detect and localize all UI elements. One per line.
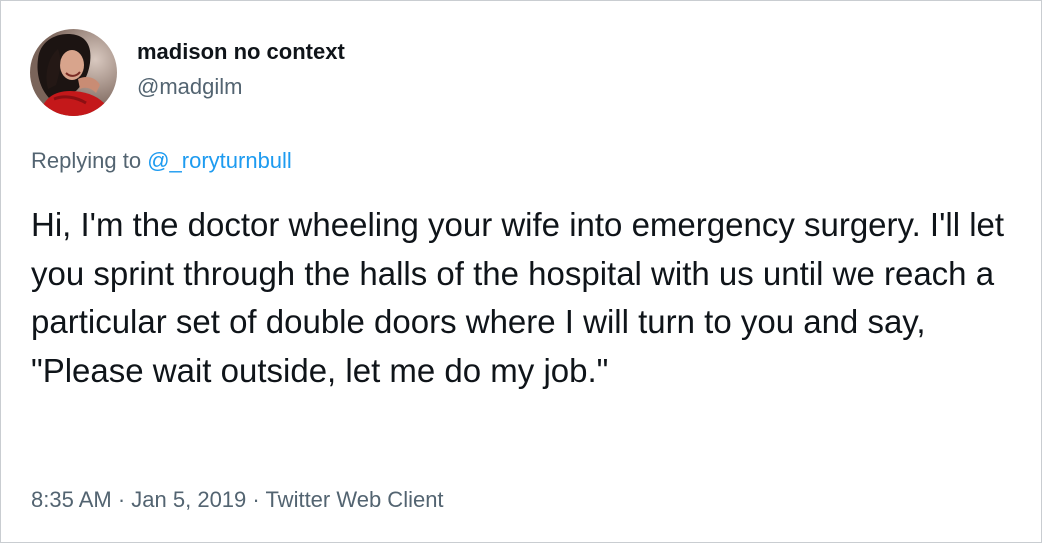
metadata-separator: ·: [252, 487, 260, 512]
replying-to-label: Replying to: [31, 148, 142, 173]
avatar-photo: [30, 29, 117, 116]
author-display-name[interactable]: madison no context: [137, 38, 345, 66]
tweet-card: madison no context @madgilm Replying to …: [0, 0, 1042, 543]
replying-to-line: Replying to @_roryturnbull: [31, 147, 292, 175]
tweet-metadata: 8:35 AM · Jan 5, 2019 · Twitter Web Clie…: [31, 486, 444, 514]
replying-to-mention-link[interactable]: @_roryturnbull: [147, 148, 292, 173]
tweet-date[interactable]: Jan 5, 2019: [131, 487, 246, 512]
author-avatar[interactable]: [30, 29, 117, 116]
tweet-client[interactable]: Twitter Web Client: [265, 487, 443, 512]
tweet-text: Hi, I'm the doctor wheeling your wife in…: [31, 206, 1005, 389]
metadata-separator: ·: [117, 487, 126, 512]
tweet-time[interactable]: 8:35 AM: [31, 487, 112, 512]
author-handle[interactable]: @madgilm: [137, 73, 242, 101]
